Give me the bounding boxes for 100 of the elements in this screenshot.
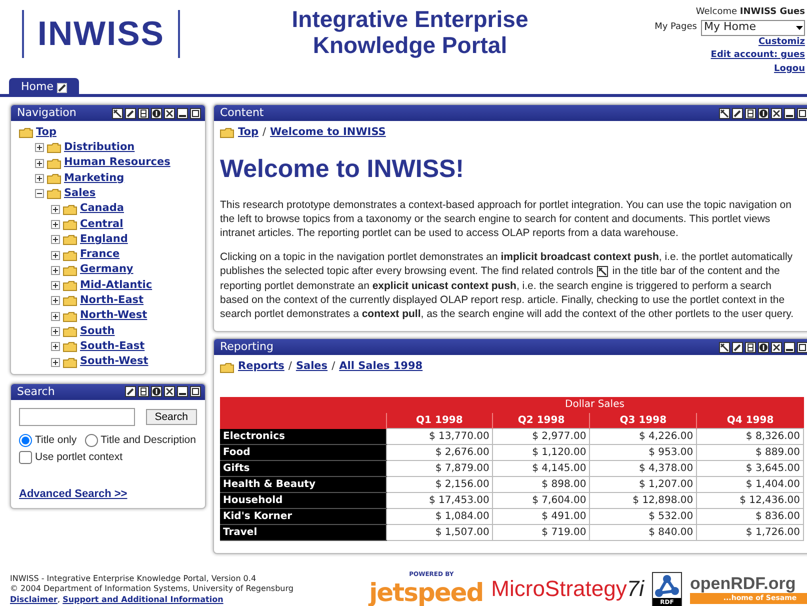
maximize-icon[interactable]: [190, 386, 201, 398]
expand-icon[interactable]: [51, 266, 60, 275]
tree-link[interactable]: Mid-Atlantic: [80, 278, 152, 294]
paragraph-line: reporting portlet demonstrate an explicit unicast context push, i.e. the search engine is triggered to perform a search: [220, 278, 772, 293]
folder-icon: [47, 142, 61, 154]
tree-link[interactable]: Sales: [64, 186, 96, 202]
checkbox[interactable]: [19, 450, 32, 464]
expand-icon[interactable]: [51, 312, 60, 321]
breadcrumb-link[interactable]: Sales: [296, 359, 328, 375]
my-pages-dropdown[interactable]: My Home: [701, 20, 805, 36]
tree-link[interactable]: England: [80, 232, 128, 248]
tree-link[interactable]: South-East: [80, 338, 145, 355]
pencil-icon[interactable]: [732, 108, 743, 118]
info-icon[interactable]: [758, 108, 769, 118]
minimize-icon[interactable]: [177, 386, 188, 398]
radio-button[interactable]: [19, 434, 32, 447]
checkbox-label: Use portlet context: [35, 451, 123, 464]
footer-text: INWISS - Integrative Enterprise Knowledge Portal, Version 0.4: [10, 574, 258, 584]
table-cell: $ 953.00: [590, 444, 697, 461]
expand-icon[interactable]: [51, 342, 60, 352]
link-separator: ,: [57, 594, 62, 604]
close-icon[interactable]: [164, 108, 175, 118]
search-button[interactable]: Search: [146, 408, 197, 425]
maximize-icon[interactable]: [797, 108, 807, 118]
pencil-icon[interactable]: [732, 342, 743, 353]
breadcrumb-link[interactable]: Reports: [238, 359, 284, 375]
printer-icon[interactable]: [745, 342, 756, 353]
row-header: Electronics: [220, 428, 386, 445]
printer-icon[interactable]: [138, 108, 149, 118]
expand-icon[interactable]: [51, 204, 60, 214]
info-icon[interactable]: [758, 342, 769, 353]
expand-icon[interactable]: [51, 296, 60, 306]
paragraph-line: Clicking on a topic in the navigation portlet demonstrates an implicit broadcast context push, i.e. the portlet automatically: [220, 250, 793, 264]
tree-link[interactable]: Central: [80, 216, 124, 232]
expand-icon[interactable]: [51, 250, 60, 260]
info-icon[interactable]: [151, 386, 162, 398]
table-cell: $ 12,898.00: [590, 492, 697, 509]
content-title: Content: [220, 104, 264, 121]
expand-icon[interactable]: [51, 235, 60, 244]
account-link[interactable]: Edit account: gues: [605, 49, 805, 62]
footer-link[interactable]: Support and Additional Information: [62, 594, 224, 604]
expand-icon[interactable]: [35, 174, 44, 184]
tree-link[interactable]: Germany: [80, 262, 134, 278]
tab[interactable]: Home: [9, 78, 80, 97]
printer-icon[interactable]: [138, 386, 149, 398]
close-icon[interactable]: [771, 342, 782, 353]
breadcrumb-link[interactable]: Top: [238, 125, 258, 141]
tree-link[interactable]: South-West: [80, 354, 148, 370]
column-header: Q4 1998: [696, 412, 804, 429]
find-related-icon[interactable]: [112, 108, 123, 118]
close-icon[interactable]: [771, 108, 782, 118]
tree-link[interactable]: South: [80, 324, 115, 340]
tree-link[interactable]: North-East: [80, 293, 144, 309]
row-header: Household: [220, 492, 386, 509]
breadcrumb-separator: /: [332, 359, 336, 374]
radio-button[interactable]: [84, 434, 98, 447]
minimize-icon[interactable]: [177, 108, 188, 118]
row-header: Kid's Korner: [220, 508, 386, 525]
find-related-icon[interactable]: [719, 108, 730, 118]
account-link[interactable]: Logou: [605, 62, 805, 76]
folder-icon: [47, 158, 61, 169]
advanced-search-link[interactable]: Advanced Search >>: [19, 488, 197, 500]
breadcrumb-link[interactable]: All Sales 1998: [339, 359, 423, 375]
column-header: Q3 1998: [590, 412, 697, 429]
minimize-icon[interactable]: [784, 342, 795, 353]
paragraph-line: based on the context of the currently displayed OLAP report resp. article. Finally, checking to use the portlet context in the: [220, 292, 785, 307]
tree-link[interactable]: Marketing: [64, 170, 124, 186]
footer-link[interactable]: Disclaimer: [10, 594, 58, 604]
expand-icon[interactable]: [35, 143, 44, 152]
tree-link[interactable]: Canada: [80, 201, 124, 218]
close-icon[interactable]: [164, 386, 175, 398]
find-related-icon[interactable]: [719, 342, 730, 353]
printer-icon[interactable]: [745, 108, 756, 118]
breadcrumb-link[interactable]: Welcome to INWISS: [270, 125, 386, 141]
expand-icon[interactable]: [51, 281, 60, 290]
pencil-icon[interactable]: [125, 386, 136, 398]
tree-link[interactable]: North-West: [80, 308, 148, 324]
welcome-text: Welcome INWISS Gues: [694, 6, 805, 19]
folder-icon: [63, 280, 77, 292]
expand-icon[interactable]: [51, 358, 60, 367]
expand-icon[interactable]: [35, 158, 44, 168]
search-field[interactable]: [19, 408, 135, 426]
tree-link[interactable]: Top: [36, 124, 56, 141]
expand-icon[interactable]: [51, 220, 60, 229]
table-cell: $ 17,453.00: [386, 492, 493, 509]
tree-link[interactable]: Distribution: [64, 140, 135, 156]
maximize-icon[interactable]: [190, 108, 201, 118]
maximize-icon[interactable]: [797, 342, 807, 353]
info-icon[interactable]: [151, 108, 162, 118]
collapse-icon[interactable]: [35, 189, 44, 198]
pencil-icon[interactable]: [125, 108, 136, 118]
account-link[interactable]: Customiz: [605, 36, 805, 49]
table-cell: $ 898.00: [492, 476, 590, 493]
minimize-icon[interactable]: [784, 108, 795, 118]
tree-link[interactable]: Human Resources: [64, 155, 170, 172]
expand-icon[interactable]: [51, 327, 60, 336]
tree-link[interactable]: France: [80, 247, 120, 263]
table-cell: $ 1,507.00: [386, 524, 493, 541]
table-cell: $ 1,726.00: [696, 524, 804, 541]
table-cell: $ 889.00: [696, 444, 804, 461]
